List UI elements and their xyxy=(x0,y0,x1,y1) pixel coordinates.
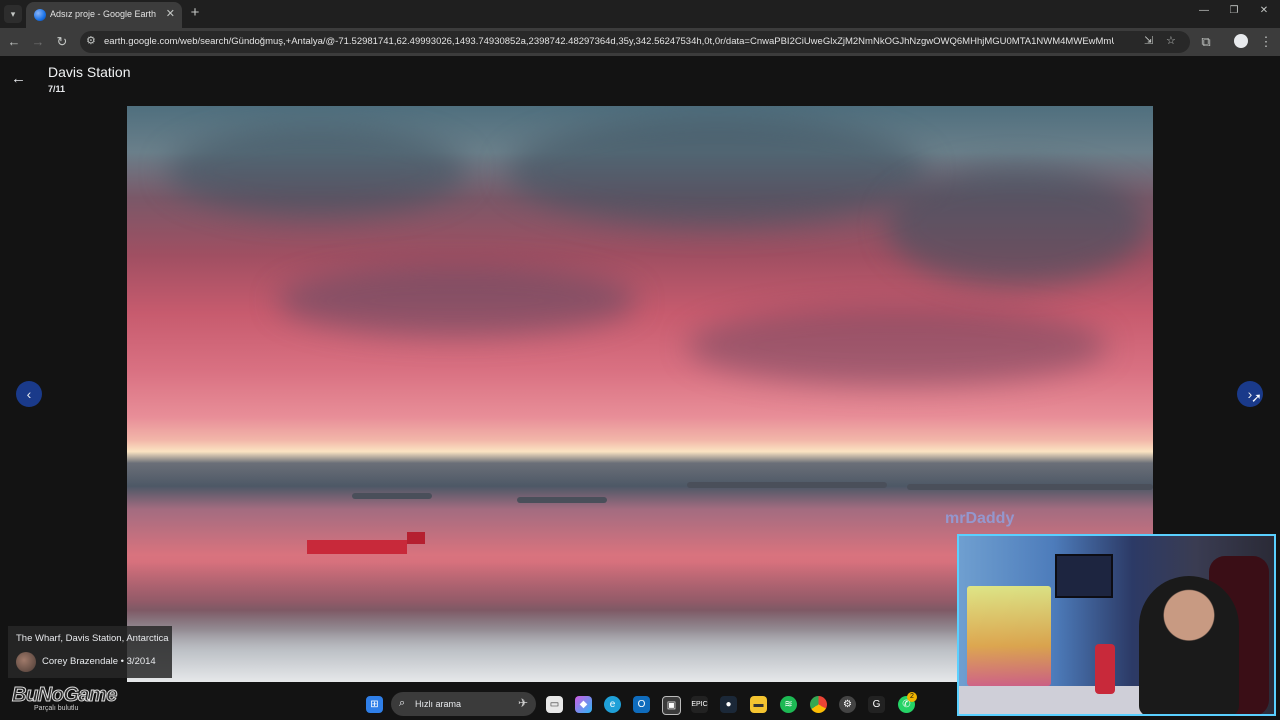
steam-icon[interactable]: ● xyxy=(720,696,737,713)
browser-tab[interactable]: Adsız proje - Google Earth ✕ xyxy=(26,2,182,28)
epic-games-icon[interactable]: EPIC xyxy=(691,696,708,713)
file-explorer-icon[interactable]: ▬ xyxy=(750,696,767,713)
new-tab-icon[interactable]: + xyxy=(188,4,202,21)
shipping-container xyxy=(307,540,407,554)
taskbar-search[interactable]: ⌕ Hızlı arama ✈ xyxy=(391,692,536,716)
tab-title: Adsız proje - Google Earth xyxy=(50,9,157,19)
spotify-icon[interactable]: ≋ xyxy=(780,696,797,713)
edge-icon[interactable]: e xyxy=(604,696,621,713)
back-arrow-icon[interactable]: ← xyxy=(11,70,26,87)
caption-author[interactable]: Corey Brazendale • 3/2014 xyxy=(42,656,156,667)
windows-start-icon[interactable]: ⊞ xyxy=(366,696,383,713)
copilot-icon[interactable]: ◆ xyxy=(575,696,592,713)
caption-place: The Wharf, Davis Station, Antarctica xyxy=(16,633,169,644)
mouse-cursor-icon: ➚ xyxy=(1251,390,1262,405)
weather-text: Parçalı bulutlu xyxy=(34,705,79,712)
bird-icon: ✈ xyxy=(517,696,528,710)
app-icon[interactable]: ⚙ xyxy=(839,696,856,713)
photo-counter: 7/11 xyxy=(48,84,66,94)
chrome-icon[interactable] xyxy=(810,696,827,713)
store-icon[interactable]: ▣ xyxy=(662,696,681,715)
brand-logo: BuNoGame xyxy=(12,684,118,707)
profile-avatar-icon[interactable] xyxy=(1234,34,1248,48)
back-icon[interactable]: ← xyxy=(5,33,23,51)
task-view-icon[interactable]: ▭ xyxy=(546,696,563,713)
whatsapp-badge: 2 xyxy=(907,692,917,702)
tab-strip: ▾ Adsız proje - Google Earth ✕ + — ❐ ✕ xyxy=(0,0,1280,28)
tab-close-icon[interactable]: ✕ xyxy=(166,7,175,20)
more-icon[interactable]: ⋮ xyxy=(1257,33,1275,51)
site-info-icon[interactable]: ⚙ xyxy=(86,34,96,47)
author-avatar[interactable] xyxy=(16,652,36,672)
outlook-icon[interactable]: O xyxy=(633,696,650,713)
restore-icon[interactable]: ❐ xyxy=(1224,5,1244,16)
install-icon[interactable]: ⇲ xyxy=(1144,34,1153,47)
url-text[interactable]: earth.google.com/web/search/Gündoğmuş,+A… xyxy=(104,36,1114,47)
forward-icon[interactable]: → xyxy=(29,33,47,51)
globe-favicon-icon xyxy=(34,9,46,21)
search-icon: ⌕ xyxy=(399,697,406,709)
g-hub-icon[interactable]: G xyxy=(868,696,885,713)
page-title: Davis Station xyxy=(48,64,131,80)
windows-taskbar: ⊞ ⌕ Hızlı arama ✈ ▭ ◆ e O ▣ EPIC ● ▬ ≋ ⚙… xyxy=(0,689,1280,720)
address-bar[interactable]: ⚙ earth.google.com/web/search/Gündoğmuş,… xyxy=(80,31,1190,53)
overlay-watermark-text: mrDaddy xyxy=(945,510,1015,527)
browser-toolbar: ← → ↻ ⚙ earth.google.com/web/search/Günd… xyxy=(0,28,1280,56)
extensions-icon[interactable]: ⧉ xyxy=(1197,33,1215,51)
taskbar-search-placeholder: Hızlı arama xyxy=(415,699,462,709)
previous-photo-button[interactable]: ‹ xyxy=(16,381,42,407)
reload-icon[interactable]: ↻ xyxy=(53,33,71,51)
minimize-icon[interactable]: — xyxy=(1194,5,1214,16)
photo-caption: The Wharf, Davis Station, Antarctica Cor… xyxy=(8,626,172,678)
tab-list-icon[interactable]: ▾ xyxy=(4,5,22,23)
star-icon[interactable]: ☆ xyxy=(1166,34,1176,47)
window-close-icon[interactable]: ✕ xyxy=(1254,5,1274,16)
